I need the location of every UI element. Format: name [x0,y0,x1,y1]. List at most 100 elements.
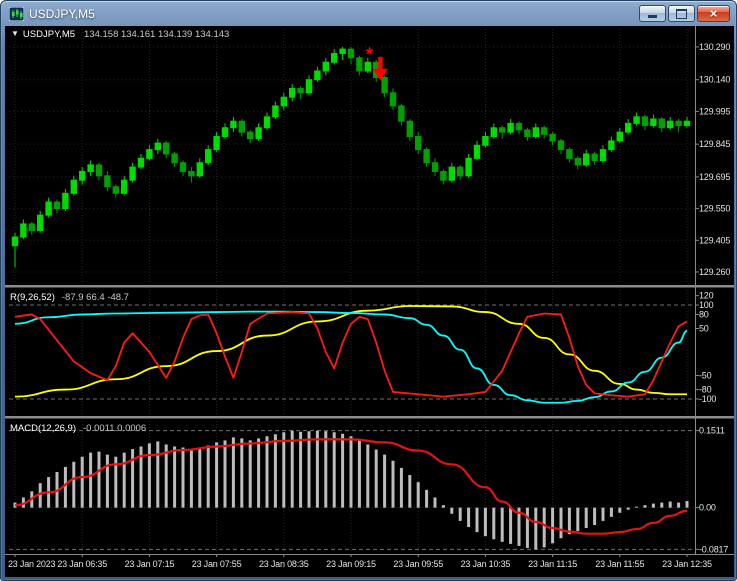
candle-body [507,122,514,133]
price-axis-label: 129.550 [699,204,730,214]
candle-body [230,120,237,129]
candle-body [238,120,246,133]
macd-indicator-header: MACD(12,26,9) -0.0011 0.0006 [10,423,146,434]
minimize-button[interactable] [639,5,666,22]
candle-body [37,214,44,231]
window-title: USDJPY,M5 [29,6,95,21]
price-axis-label: 130.290 [699,42,730,52]
candle-body [381,77,388,94]
candle-body [473,144,481,159]
macd-indicator-values: -0.0011 0.0006 [83,423,147,434]
candle-body [112,186,119,194]
chart-dropdown-icon[interactable]: ▼ [11,29,19,38]
candle-body [683,120,691,127]
candle-body [515,122,523,131]
price-axis-label: 129.845 [699,139,730,149]
candle-body [448,166,456,181]
candle-body [423,149,430,164]
sell-asterisk-marker: * [366,44,373,64]
candle-body [87,164,94,172]
minimize-icon [648,15,657,18]
candle-body [121,179,128,194]
chart-window: USDJPY,M5 × * 130.290 130.140 129.995 129.84… [0,0,737,581]
time-axis-label: 23 Jan 08:35 [259,559,309,569]
candle-body [457,166,464,177]
candle-body [146,149,153,159]
candle-body [95,164,103,177]
candle-body [53,201,61,210]
time-axis-label: 23 Jan 09:15 [326,559,376,569]
candle-body [289,87,296,98]
candle-body [221,127,229,138]
wpr-indicator-name: R(9,26,52) [10,292,55,303]
macd-axis-label: 0.00 [699,503,716,513]
candlestick-chart-icon [9,6,24,21]
candle-body [179,162,187,172]
candle-body [566,149,573,159]
candle-body [20,223,27,238]
candle-body [11,236,19,247]
candle-body [137,157,145,168]
candle-body [482,136,489,146]
candle-body [465,157,472,177]
candle-body [431,162,439,172]
time-axis-label: 23 Jan 2023 [8,559,56,569]
candle-body [389,92,397,107]
candle-body [650,118,657,127]
candle-body [415,136,422,151]
wpr-axis-label: 80 [699,309,709,319]
candle-body [557,140,565,151]
price-axis-label: 130.140 [699,75,730,85]
candle-body [616,131,623,142]
candle-body [440,170,447,181]
candle-body [499,127,506,133]
wpr-indicator-header: R(9,26,52) -87.9 66.4 -48.7 [10,292,129,303]
time-axis-label: 23 Jan 06:35 [57,559,107,569]
candle-body [490,127,498,138]
candle-body [532,127,539,138]
macd-axis-label: 0.1511 [699,426,725,436]
candle-body [280,96,288,107]
wpr-axis-label: -50 [699,370,712,380]
maximize-icon [676,8,687,19]
window-icon[interactable] [9,6,24,21]
candle-body [541,127,548,135]
time-axis-label: 23 Jan 11:55 [595,559,644,569]
chart-symbol-period: USDJPY,M5 [22,29,76,40]
candle-body [339,48,346,54]
maximize-button[interactable] [668,5,695,22]
panel-separator [5,416,734,419]
candle-body [658,118,665,129]
price-axis-label: 129.995 [699,106,730,116]
price-axis-label: 129.695 [699,172,730,182]
candle-body [322,61,330,72]
candle-body [599,149,607,162]
candle-body [398,105,405,122]
candle-body [633,116,640,124]
candle-body [574,157,581,166]
candle-body [28,223,36,231]
candle-body [406,120,414,138]
candle-body [129,166,136,181]
candle-body [263,116,271,129]
candle-body [347,48,355,59]
macd-axis-label: -0.0817 [699,544,728,554]
candle-body [104,175,111,188]
candle-body [675,120,682,127]
candle-body [641,116,649,127]
close-button[interactable]: × [697,5,730,22]
candle-body [297,87,304,94]
macd-indicator-name: MACD(12,26,9) [10,423,76,434]
time-axis-label: 23 Jan 09:55 [393,559,443,569]
candle-body [213,136,220,151]
window-controls: × [639,5,730,22]
candle-body [247,131,254,140]
candle-body [62,192,69,210]
candle-body [70,179,77,194]
candle-body [205,149,212,164]
time-axis-label: 23 Jan 07:15 [125,559,175,569]
candle-body [356,57,363,72]
chart-header: ▼ USDJPY,M5 134.158 134.161 134.139 134.14… [11,29,229,40]
candle-body [331,52,338,63]
titlebar[interactable]: USDJPY,M5 × [1,1,736,26]
